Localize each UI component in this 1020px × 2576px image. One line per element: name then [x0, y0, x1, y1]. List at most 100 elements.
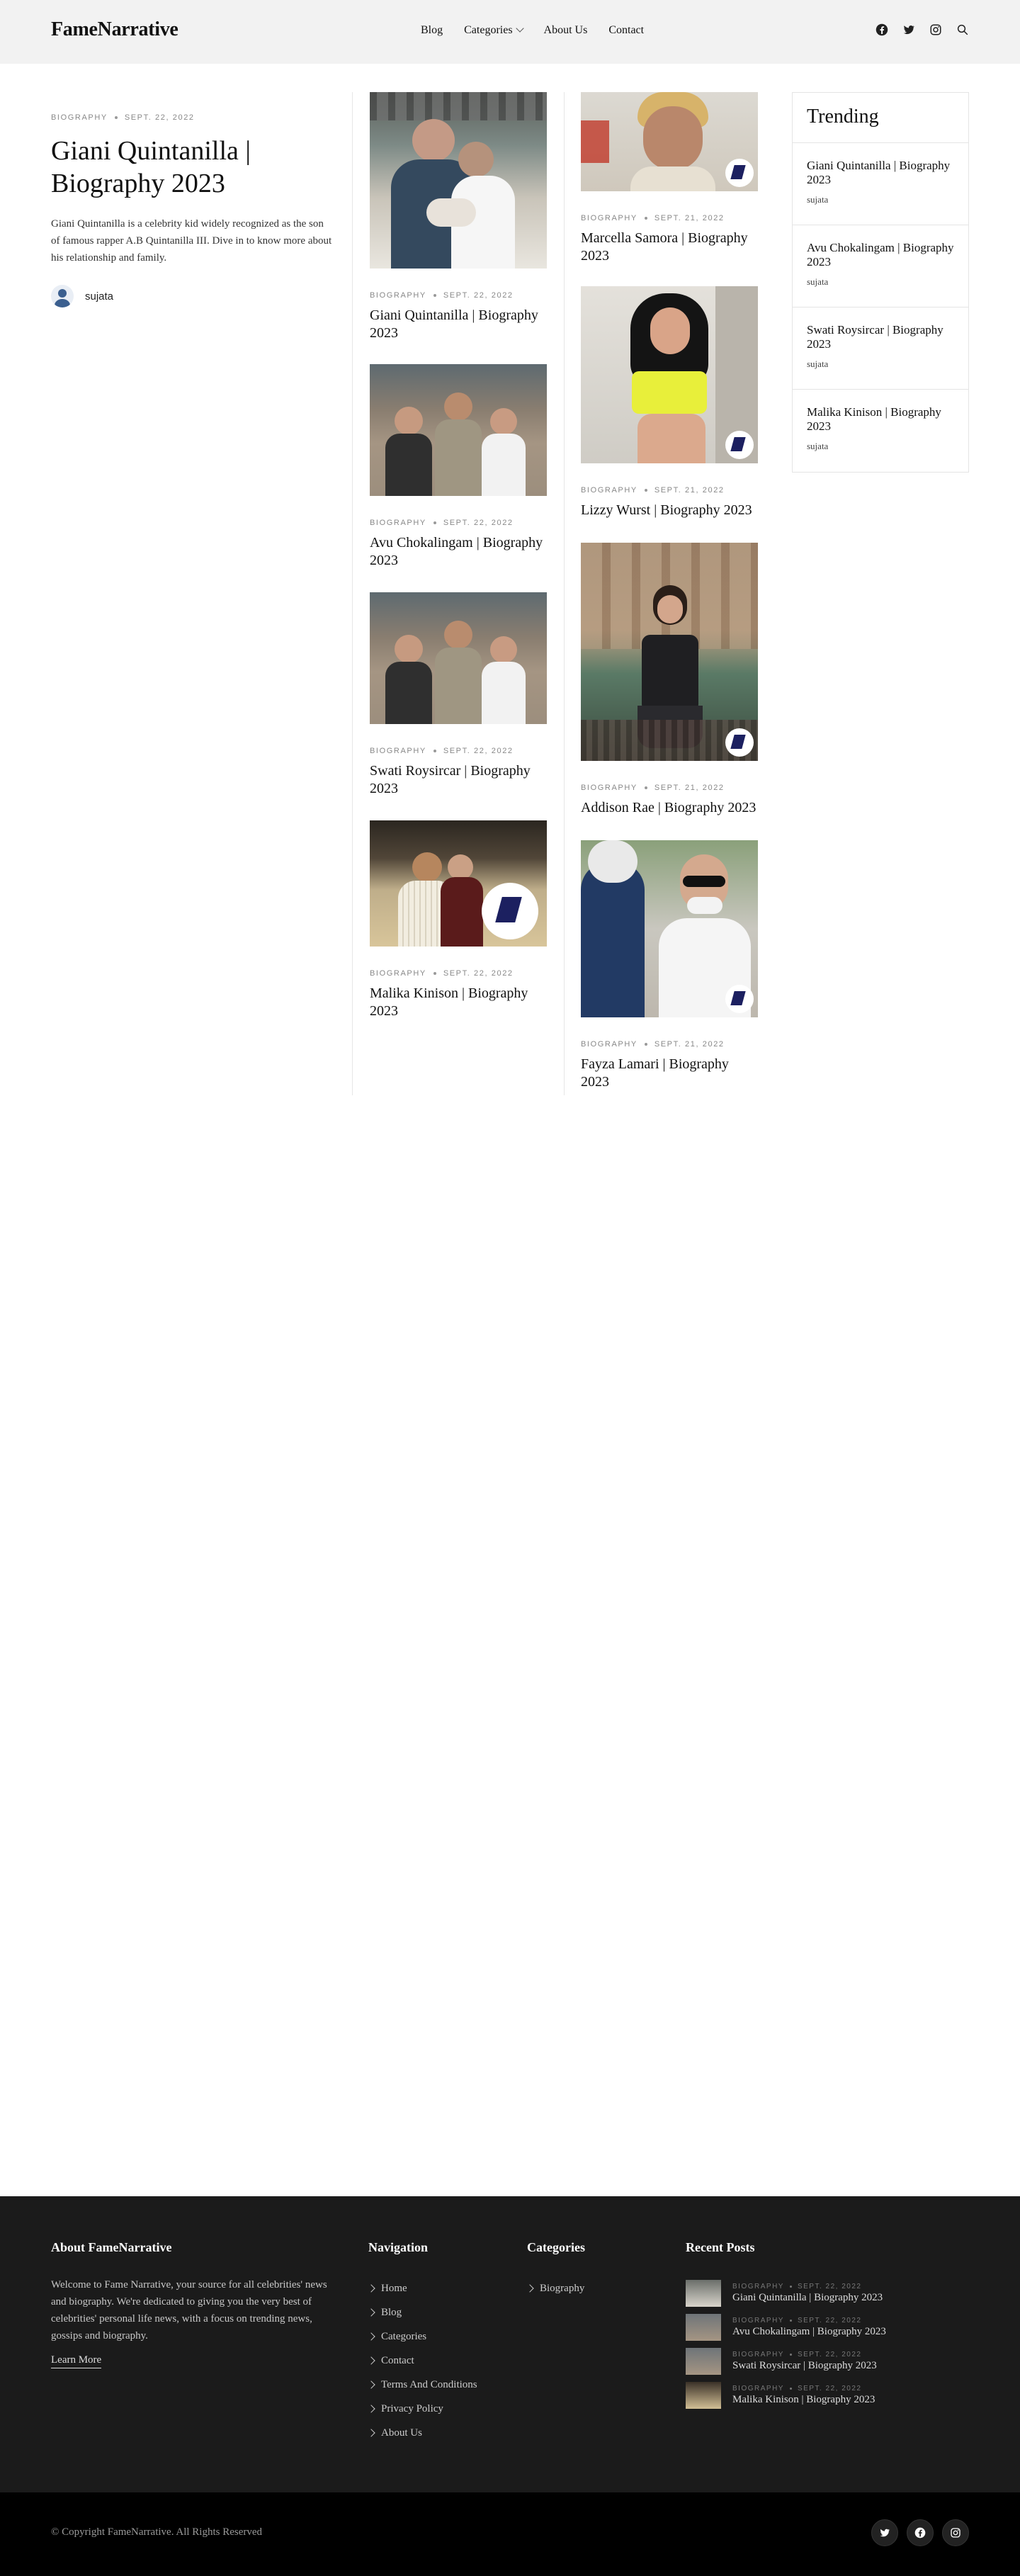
post-meta: BIOGRAPHY SEPT. 22, 2022	[370, 969, 547, 978]
post-category[interactable]: BIOGRAPHY	[370, 969, 426, 978]
post-image[interactable]	[581, 92, 758, 191]
footer-nav-privacy[interactable]: Privacy Policy	[367, 2397, 477, 2421]
featured-post: BIOGRAPHY SEPT. 22, 2022 Giani Quintanill…	[51, 92, 334, 307]
recent-post-date: SEPT. 22, 2022	[797, 2317, 862, 2324]
site-logo[interactable]: FameNarrative	[51, 18, 178, 41]
post-title[interactable]: Marcella Samora | Biography 2023	[581, 230, 758, 265]
search-icon[interactable]	[956, 23, 969, 36]
footer-nav-terms[interactable]: Terms And Conditions	[367, 2373, 477, 2397]
post-card[interactable]: BIOGRAPHY SEPT. 22, 2022 Giani Quintanill…	[370, 92, 547, 342]
chevron-right-icon	[367, 2332, 375, 2341]
footer-nav-blog[interactable]: Blog	[367, 2300, 477, 2324]
post-card[interactable]: BIOGRAPHY SEPT. 21, 2022 Fayza Lamari | B…	[581, 840, 758, 1091]
trending-item[interactable]: Giani Quintanilla | Biography 2023 sujat…	[793, 143, 968, 225]
post-date: SEPT. 22, 2022	[443, 747, 514, 755]
post-meta: BIOGRAPHY SEPT. 21, 2022	[581, 486, 758, 495]
post-card[interactable]: BIOGRAPHY SEPT. 21, 2022 Marcella Samora …	[581, 92, 758, 265]
footer-nav-contact[interactable]: Contact	[367, 2349, 477, 2373]
column-divider	[352, 92, 353, 1095]
recent-post[interactable]: BIOGRAPHY SEPT. 22, 2022 Avu Chokalingam …	[686, 2310, 886, 2344]
nav-about[interactable]: About Us	[544, 24, 588, 37]
footer-nav-categories[interactable]: Categories	[367, 2324, 477, 2349]
brand-badge	[725, 431, 754, 459]
trending-item[interactable]: Avu Chokalingam | Biography 2023 sujata	[793, 225, 968, 307]
nav-categories[interactable]: Categories	[464, 24, 524, 37]
post-category[interactable]: BIOGRAPHY	[581, 214, 638, 222]
chevron-right-icon	[367, 2308, 375, 2317]
post-date: SEPT. 22, 2022	[443, 519, 514, 527]
trending-item-title[interactable]: Malika Kinison | Biography 2023	[807, 405, 954, 434]
footer-recent-heading: Recent Posts	[686, 2240, 755, 2254]
trending-heading: Trending	[793, 93, 968, 143]
brand-badge	[725, 159, 754, 187]
post-category[interactable]: BIOGRAPHY	[370, 747, 426, 755]
post-category[interactable]: BIOGRAPHY	[370, 291, 426, 300]
trending-item-title[interactable]: Avu Chokalingam | Biography 2023	[807, 241, 954, 269]
post-category[interactable]: BIOGRAPHY	[370, 519, 426, 527]
footer-category-label: Biography	[540, 2282, 585, 2294]
hero-category[interactable]: BIOGRAPHY	[51, 113, 108, 122]
recent-post-thumb[interactable]	[686, 2348, 721, 2375]
post-card[interactable]: BIOGRAPHY SEPT. 22, 2022 Malika Kinison |…	[370, 820, 547, 1020]
post-image[interactable]	[370, 364, 547, 496]
trending-item[interactable]: Swati Roysircar | Biography 2023 sujata	[793, 307, 968, 390]
footer-nav-about[interactable]: About Us	[367, 2421, 477, 2445]
nav-blog[interactable]: Blog	[421, 24, 443, 37]
trending-item[interactable]: Malika Kinison | Biography 2023 sujata	[793, 390, 968, 472]
post-title[interactable]: Swati Roysircar | Biography 2023	[370, 762, 547, 798]
post-category[interactable]: BIOGRAPHY	[581, 784, 638, 792]
twitter-icon[interactable]	[871, 2519, 898, 2546]
hero-title[interactable]: Giani Quintanilla | Biography 2023	[51, 135, 334, 200]
recent-post[interactable]: BIOGRAPHY SEPT. 22, 2022 Swati Roysircar …	[686, 2344, 886, 2378]
nav-contact[interactable]: Contact	[608, 24, 644, 37]
post-meta: BIOGRAPHY SEPT. 22, 2022	[370, 519, 547, 527]
recent-post-thumb[interactable]	[686, 2280, 721, 2307]
post-image[interactable]	[581, 840, 758, 1017]
recent-post-thumb[interactable]	[686, 2382, 721, 2409]
post-image[interactable]	[581, 286, 758, 463]
post-title[interactable]: Malika Kinison | Biography 2023	[370, 985, 547, 1020]
facebook-icon[interactable]	[907, 2519, 934, 2546]
trending-item-author: sujata	[807, 276, 829, 287]
trending-item-title[interactable]: Giani Quintanilla | Biography 2023	[807, 159, 954, 187]
hero-excerpt: Giani Quintanilla is a celebrity kid wid…	[51, 218, 332, 264]
post-title[interactable]: Fayza Lamari | Biography 2023	[581, 1056, 758, 1091]
footer-nav-home[interactable]: Home	[367, 2276, 477, 2300]
instagram-icon[interactable]	[942, 2519, 969, 2546]
post-image[interactable]	[370, 92, 547, 269]
facebook-icon[interactable]	[876, 23, 888, 36]
post-card[interactable]: BIOGRAPHY SEPT. 21, 2022 Addison Rae | Bi…	[581, 543, 758, 817]
recent-post-title[interactable]: Malika Kinison | Biography 2023	[732, 2394, 875, 2406]
post-card[interactable]: BIOGRAPHY SEPT. 22, 2022 Swati Roysircar …	[370, 592, 547, 798]
footer-recent-posts: Recent Posts BIOGRAPHY SEPT. 22, 2022 Gia…	[686, 2240, 886, 2412]
footer-nav-label: Contact	[381, 2354, 414, 2366]
post-title[interactable]: Avu Chokalingam | Biography 2023	[370, 534, 547, 570]
recent-post-thumb[interactable]	[686, 2314, 721, 2341]
trending-widget: Trending Giani Quintanilla | Biography 2…	[792, 92, 969, 473]
recent-post[interactable]: BIOGRAPHY SEPT. 22, 2022 Malika Kinison |…	[686, 2378, 886, 2412]
post-category[interactable]: BIOGRAPHY	[581, 486, 638, 495]
post-title[interactable]: Lizzy Wurst | Biography 2023	[581, 502, 758, 519]
author-name: sujata	[85, 290, 114, 303]
post-meta: BIOGRAPHY SEPT. 22, 2022	[370, 747, 547, 755]
post-date: SEPT. 21, 2022	[654, 1040, 725, 1049]
hero-author[interactable]: sujata	[51, 285, 334, 307]
instagram-icon[interactable]	[929, 23, 942, 36]
post-title[interactable]: Giani Quintanilla | Biography 2023	[370, 307, 547, 342]
recent-post-title[interactable]: Swati Roysircar | Biography 2023	[732, 2360, 877, 2372]
post-category[interactable]: BIOGRAPHY	[581, 1040, 638, 1049]
post-image[interactable]	[370, 820, 547, 947]
recent-post-title[interactable]: Avu Chokalingam | Biography 2023	[732, 2326, 886, 2338]
post-card[interactable]: BIOGRAPHY SEPT. 21, 2022 Lizzy Wurst | Bi…	[581, 286, 758, 519]
post-title[interactable]: Addison Rae | Biography 2023	[581, 799, 758, 817]
recent-post-title[interactable]: Giani Quintanilla | Biography 2023	[732, 2292, 883, 2304]
post-card[interactable]: BIOGRAPHY SEPT. 22, 2022 Avu Chokalingam …	[370, 364, 547, 570]
post-image[interactable]	[581, 543, 758, 761]
learn-more-link[interactable]: Learn More	[51, 2354, 102, 2368]
recent-post[interactable]: BIOGRAPHY SEPT. 22, 2022 Giani Quintanill…	[686, 2276, 886, 2310]
trending-item-title[interactable]: Swati Roysircar | Biography 2023	[807, 323, 954, 351]
twitter-icon[interactable]	[902, 23, 915, 36]
footer-category-biography[interactable]: Biography	[526, 2276, 585, 2300]
post-image[interactable]	[370, 592, 547, 724]
column-divider	[564, 92, 565, 1095]
